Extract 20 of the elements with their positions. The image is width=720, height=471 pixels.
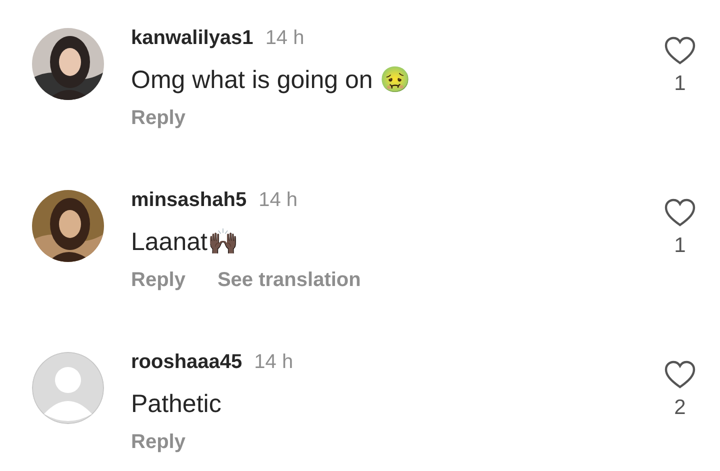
avatar-icon (32, 352, 104, 424)
comment-text: Pathetic (131, 390, 222, 418)
username[interactable]: kanwalilyas1 (131, 26, 254, 50)
like-count: 1 (674, 234, 686, 258)
comment-time: 14 h (254, 350, 294, 374)
heart-icon[interactable] (664, 36, 696, 66)
like-count: 2 (674, 396, 686, 420)
reply-link[interactable]: Reply (131, 430, 186, 454)
heart-icon[interactable] (664, 198, 696, 228)
username[interactable]: rooshaaa45 (131, 350, 242, 374)
username[interactable]: minsashah5 (131, 188, 247, 212)
comment-time: 14 h (258, 188, 298, 212)
like-count: 1 (674, 72, 686, 96)
reply-link[interactable]: Reply (131, 106, 186, 130)
translation-link[interactable]: See translation (217, 268, 361, 292)
heart-icon[interactable] (664, 360, 696, 390)
comment-text: Omg what is going on 🤢 (131, 65, 411, 95)
reply-link[interactable]: Reply (131, 268, 186, 292)
comment-text: Laanat🙌🏿 (131, 227, 238, 257)
comment-time: 14 h (265, 26, 304, 50)
